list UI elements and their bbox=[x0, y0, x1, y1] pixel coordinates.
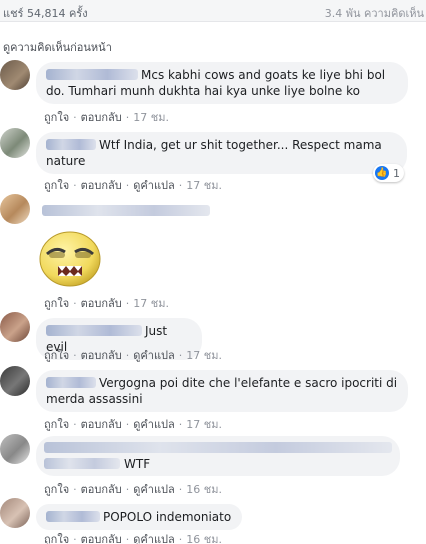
reaction-summary[interactable]: 👍 1 bbox=[373, 164, 404, 182]
like-link[interactable]: ถูกใจ bbox=[44, 533, 69, 544]
post-stats-bar: แชร์ 54,814 ครั้ง 3.4 พัน ความคิดเห็น bbox=[0, 0, 426, 22]
comment-actions: ถูกใจ · ตอบกลับ · ดูคำแปล · 16 ชม. bbox=[44, 483, 222, 496]
reply-link[interactable]: ตอบกลับ bbox=[81, 349, 122, 362]
see-translation-link[interactable]: ดูคำแปล bbox=[133, 179, 175, 192]
comment-time[interactable]: 16 ชม. bbox=[186, 533, 222, 544]
commenter-name-blurred[interactable] bbox=[42, 205, 210, 216]
comment-time[interactable]: 17 ชม. bbox=[186, 179, 222, 192]
avatar[interactable] bbox=[0, 312, 30, 342]
comment-actions: ถูกใจ · ตอบกลับ · ดูคำแปล · 17 ชม. bbox=[44, 349, 222, 362]
shares-count[interactable]: แชร์ 54,814 ครั้ง bbox=[3, 4, 88, 22]
comment-actions: ถูกใจ · ตอบกลับ · ดูคำแปล · 17 ชม. bbox=[44, 418, 222, 431]
avatar[interactable] bbox=[0, 498, 30, 528]
comment-actions: ถูกใจ · ตอบกลับ · 17 ชม. bbox=[44, 297, 169, 310]
comment-bubble: Wtf India, get ur shit together... Respe… bbox=[36, 132, 407, 174]
comment-actions: ถูกใจ · ตอบกลับ · ดูคำแปล · 16 ชม. bbox=[44, 533, 222, 544]
sticker-image bbox=[39, 231, 101, 287]
commenter-name-blurred[interactable] bbox=[46, 139, 96, 150]
see-translation-link[interactable]: ดูคำแปล bbox=[133, 349, 175, 362]
commenter-name-blurred[interactable] bbox=[46, 69, 138, 80]
comment-text: Wtf India, get ur shit together... Respe… bbox=[99, 138, 382, 152]
comment-text: Vergogna poi dite che l'elefante e sacro… bbox=[99, 376, 398, 390]
commenter-name-blurred[interactable] bbox=[46, 325, 142, 336]
reply-link[interactable]: ตอบกลับ bbox=[81, 418, 122, 431]
comment-time[interactable]: 17 ชม. bbox=[133, 297, 169, 310]
commenter-name-blurred[interactable] bbox=[44, 442, 392, 453]
like-icon: 👍 bbox=[375, 166, 389, 180]
like-link[interactable]: ถูกใจ bbox=[44, 349, 69, 362]
comment-bubble: WTF bbox=[36, 436, 400, 476]
reply-link[interactable]: ตอบกลับ bbox=[81, 483, 122, 496]
reaction-count: 1 bbox=[393, 166, 400, 180]
like-link[interactable]: ถูกใจ bbox=[44, 418, 69, 431]
commenter-name-blurred[interactable] bbox=[46, 511, 100, 522]
avatar[interactable] bbox=[0, 128, 30, 158]
like-link[interactable]: ถูกใจ bbox=[44, 483, 69, 496]
comment-actions: ถูกใจ · ตอบกลับ · 17 ชม. bbox=[44, 111, 169, 124]
comment-text-cont: merda assassini bbox=[46, 392, 143, 406]
comment-bubble: POPOLO indemoniato bbox=[36, 504, 242, 530]
comment-text-cont: nature bbox=[46, 154, 86, 168]
comment-time[interactable]: 16 ชม. bbox=[186, 483, 222, 496]
reply-link[interactable]: ตอบกลับ bbox=[81, 179, 122, 192]
commenter-name-blurred[interactable] bbox=[46, 377, 96, 388]
comment-time[interactable]: 17 ชม. bbox=[186, 418, 222, 431]
avatar[interactable] bbox=[0, 366, 30, 396]
comment-text-cont: do. Tumhari munh dukhta hai kya unke liy… bbox=[46, 84, 360, 98]
comment-bubble: Mcs kabhi cows and goats ke liye bhi bol… bbox=[36, 62, 408, 104]
comment-text: POPOLO indemoniato bbox=[103, 510, 232, 524]
comment-time[interactable]: 17 ชม. bbox=[133, 111, 169, 124]
comment-text: Mcs kabhi cows and goats ke liye bhi bol bbox=[141, 68, 386, 82]
reply-link[interactable]: ตอบกลับ bbox=[81, 297, 122, 310]
avatar[interactable] bbox=[0, 434, 30, 464]
like-link[interactable]: ถูกใจ bbox=[44, 297, 69, 310]
avatar[interactable] bbox=[0, 194, 30, 224]
avatar[interactable] bbox=[0, 60, 30, 90]
like-link[interactable]: ถูกใจ bbox=[44, 179, 69, 192]
comment-actions: ถูกใจ · ตอบกลับ · ดูคำแปล · 17 ชม. bbox=[44, 179, 222, 192]
comment-bubble: Vergogna poi dite che l'elefante e sacro… bbox=[36, 370, 408, 412]
see-translation-link[interactable]: ดูคำแปล bbox=[133, 418, 175, 431]
reply-link[interactable]: ตอบกลับ bbox=[81, 111, 122, 124]
comments-count[interactable]: 3.4 พัน ความคิดเห็น bbox=[325, 4, 424, 22]
comment-text: WTF bbox=[124, 457, 151, 471]
comment-text-blurred bbox=[44, 458, 120, 469]
like-link[interactable]: ถูกใจ bbox=[44, 111, 69, 124]
comment-time[interactable]: 17 ชม. bbox=[186, 349, 222, 362]
reply-link[interactable]: ตอบกลับ bbox=[81, 533, 122, 544]
see-translation-link[interactable]: ดูคำแปล bbox=[133, 483, 175, 496]
see-translation-link[interactable]: ดูคำแปล bbox=[133, 533, 175, 544]
view-previous-comments-link[interactable]: ดูความคิดเห็นก่อนหน้า bbox=[3, 38, 112, 56]
